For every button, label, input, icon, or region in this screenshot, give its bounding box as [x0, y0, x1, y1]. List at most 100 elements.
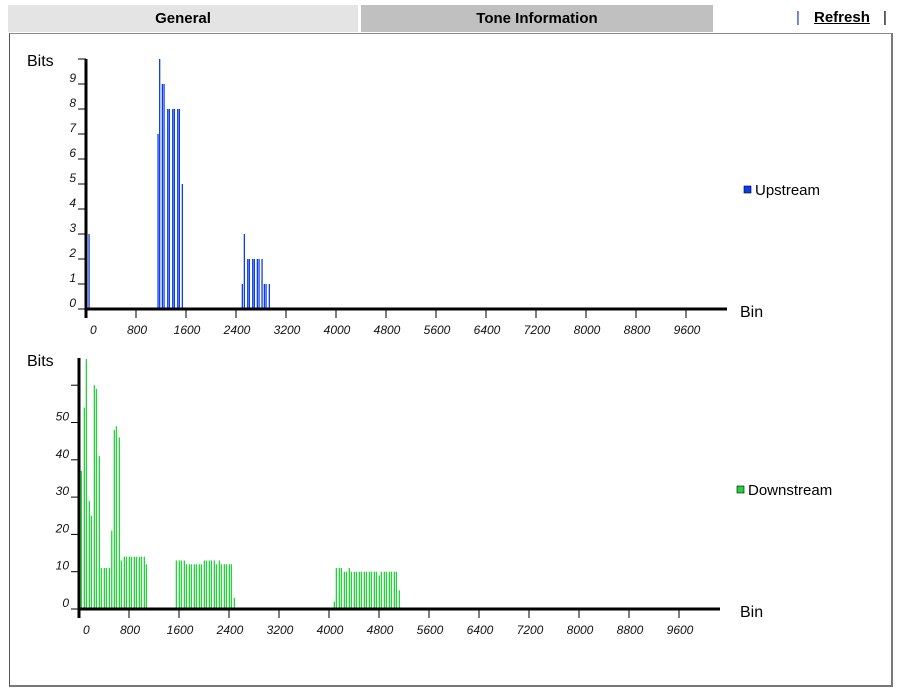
upstream-bar: [265, 284, 267, 309]
upstream-y-tick-label: 4: [69, 196, 76, 210]
downstream-x-tick-label: 8800: [617, 623, 644, 637]
downstream-bar: [340, 567, 343, 609]
downstream-bar: [338, 567, 341, 609]
downstream-bar: [95, 388, 98, 609]
upstream-bar: [268, 284, 271, 309]
downstream-bar: [83, 407, 86, 609]
downstream-bar: [375, 571, 378, 609]
upstream-x-tick-label: 0: [90, 323, 97, 337]
downstream-bar: [343, 571, 346, 609]
downstream-bar: [145, 564, 148, 609]
downstream-y-axis-title: Bits: [27, 353, 54, 370]
downstream-bar: [225, 564, 228, 609]
upstream-y-tick-label: 5: [69, 171, 76, 185]
upstream-x-tick-label: 8800: [624, 323, 651, 337]
upstream-bar: [243, 234, 246, 309]
downstream-legend-swatch: [736, 485, 745, 494]
downstream-bar: [393, 571, 396, 609]
upstream-bar: [173, 109, 176, 309]
downstream-bar: [113, 429, 116, 609]
upstream-y-tick-label: 0: [69, 296, 76, 310]
upstream-bar: [88, 234, 90, 309]
downstream-bar: [188, 564, 191, 609]
downstream-bar: [203, 560, 206, 609]
downstream-x-tick-label: 3200: [267, 623, 294, 637]
downstream-bar: [140, 556, 143, 609]
downstream-bar: [118, 437, 121, 609]
downstream-bar: [128, 556, 131, 609]
downstream-bar: [388, 571, 391, 609]
downstream-bar: [233, 597, 236, 609]
downstream-bar: [185, 564, 188, 609]
downstream-bar: [370, 571, 373, 609]
downstream-bar: [230, 564, 233, 609]
upstream-x-tick-label: 9600: [674, 323, 701, 337]
upstream-bar: [177, 109, 179, 309]
upstream-bar: [253, 259, 256, 309]
downstream-x-tick-label: 4000: [317, 623, 344, 637]
downstream-y-tick-label: 0: [62, 596, 69, 610]
upstream-bar: [252, 259, 254, 309]
downstream-bar: [133, 556, 136, 609]
downstream-bar: [90, 515, 93, 609]
downstream-bar: [355, 571, 358, 609]
downstream-bar: [108, 567, 111, 609]
downstream-x-tick-label: 0: [83, 623, 90, 637]
downstream-bar: [215, 564, 218, 609]
upstream-y-tick-label: 2: [68, 246, 76, 260]
downstream-bar: [120, 560, 123, 609]
upstream-bar: [248, 259, 251, 309]
downstream-bar: [195, 564, 198, 609]
downstream-y-tick-label: 10: [56, 559, 70, 573]
upstream-y-tick-label: 9: [69, 71, 76, 85]
downstream-bar: [105, 567, 108, 609]
downstream-bar: [85, 359, 88, 609]
downstream-bar: [350, 571, 353, 609]
downstream-bar: [223, 564, 226, 609]
upstream-x-tick-label: 4000: [324, 323, 351, 337]
upstream-y-tick-label: 3: [69, 221, 76, 235]
downstream-bar: [193, 564, 196, 609]
upstream-y-tick-label: 6: [69, 146, 76, 160]
downstream-bar: [228, 564, 231, 609]
downstream-x-tick-label: 7200: [517, 623, 544, 637]
upstream-x-tick-label: 800: [127, 323, 147, 337]
downstream-x-tick-label: 1600: [167, 623, 194, 637]
upstream-bar: [172, 109, 174, 309]
upstream-x-tick-label: 5600: [424, 323, 451, 337]
downstream-bar: [368, 571, 371, 609]
downstream-bar: [385, 571, 388, 609]
downstream-bar: [205, 560, 208, 609]
upstream-x-tick-label: 4800: [374, 323, 401, 337]
downstream-legend-label: Downstream: [748, 482, 832, 499]
downstream-bar: [380, 571, 383, 609]
downstream-bar: [208, 560, 211, 609]
upstream-x-tick-label: 7200: [524, 323, 551, 337]
downstream-bar: [220, 564, 223, 609]
downstream-bar: [180, 560, 183, 609]
downstream-x-tick-label: 6400: [467, 623, 494, 637]
upstream-y-tick-label: 8: [69, 96, 76, 110]
upstream-x-tick-label: 8000: [574, 323, 601, 337]
upstream-y-tick-label: 7: [69, 121, 77, 135]
downstream-y-tick-label: 20: [55, 521, 70, 535]
downstream-bar: [210, 560, 213, 609]
downstream-bar: [398, 590, 401, 609]
upstream-bar: [163, 84, 165, 309]
downstream-bar: [130, 556, 133, 609]
upstream-bar: [161, 84, 164, 309]
downstream-bar: [218, 560, 221, 609]
downstream-bar: [143, 556, 146, 609]
downstream-bar: [360, 571, 363, 609]
upstream-y-tick-label: 1: [69, 271, 76, 285]
upstream-bar: [167, 109, 169, 309]
downstream-bar: [373, 571, 376, 609]
downstream-bar: [358, 571, 361, 609]
downstream-bar: [345, 571, 348, 609]
upstream-x-axis-title: Bin: [740, 304, 763, 321]
downstream-bar: [123, 556, 126, 609]
downstream-bar: [200, 564, 203, 609]
downstream-bar: [88, 500, 91, 609]
downstream-bar: [378, 575, 381, 609]
downstream-bar: [363, 571, 366, 609]
